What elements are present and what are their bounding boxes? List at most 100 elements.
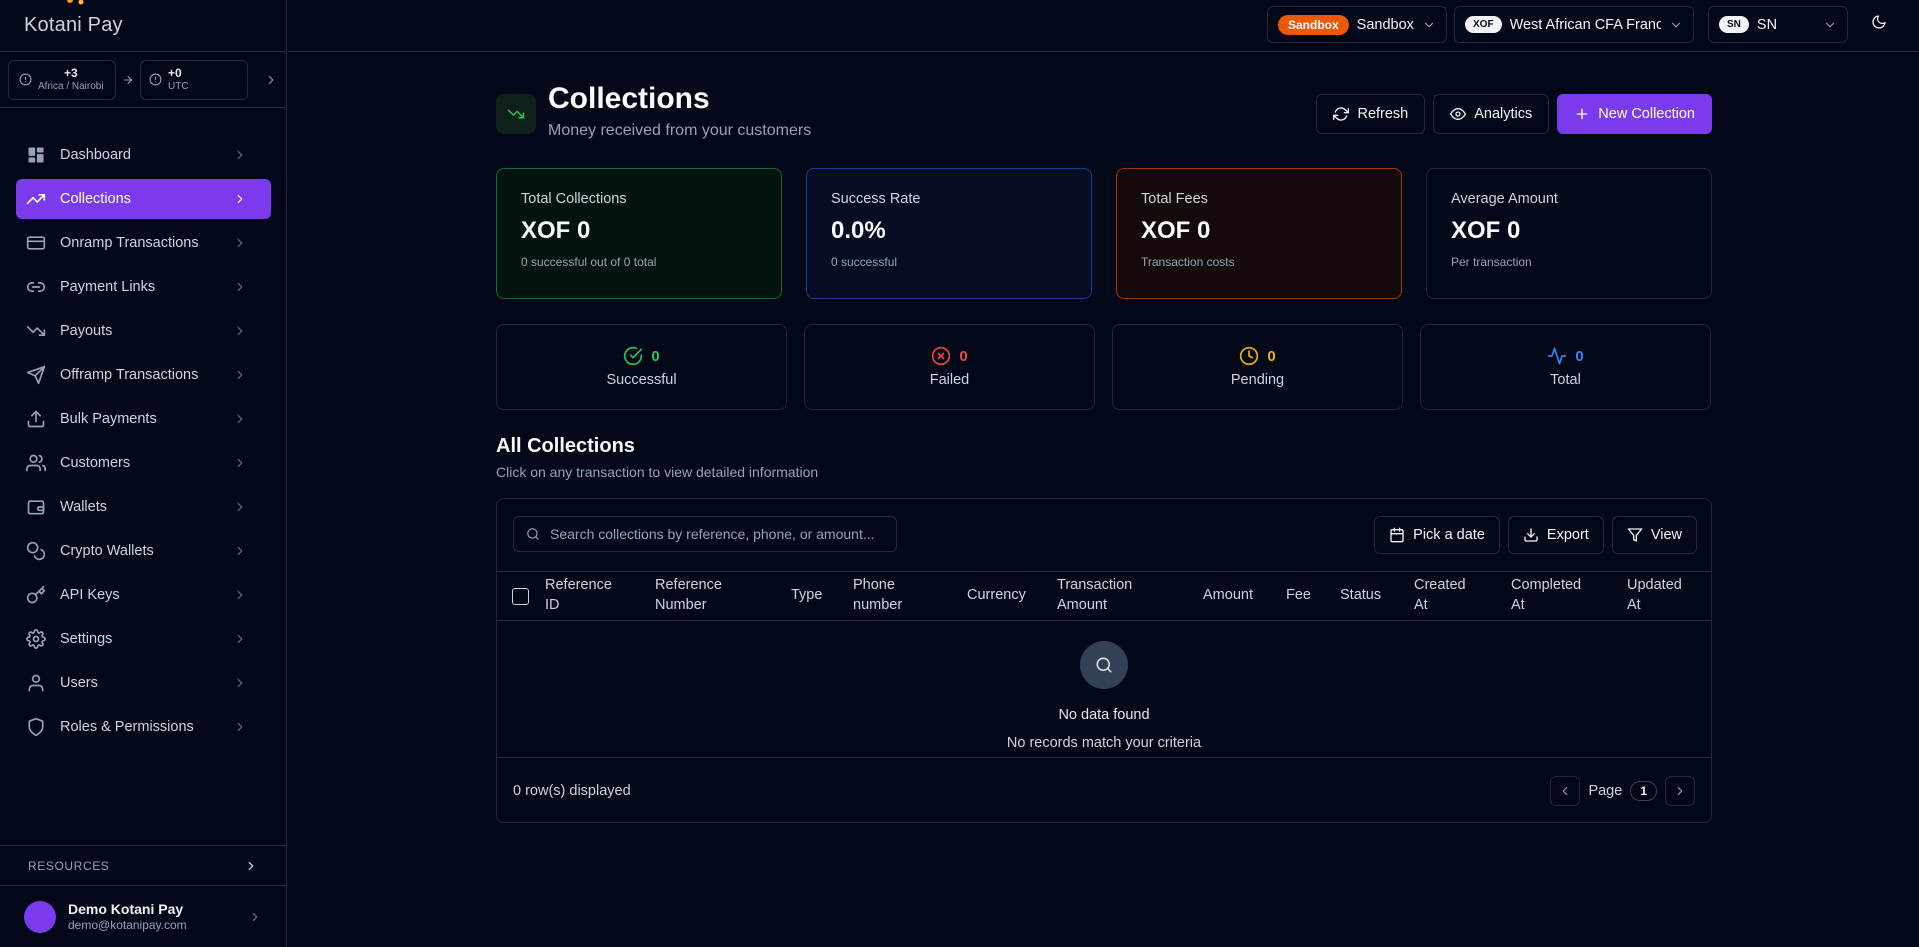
empty-subtitle: No records match your criteria bbox=[1006, 735, 1202, 751]
chevron-right-icon bbox=[233, 500, 247, 514]
resources-label: RESOURCES bbox=[28, 858, 110, 873]
country-value: SN bbox=[1756, 16, 1778, 33]
stat-label: Success Rate bbox=[831, 191, 921, 207]
timezone-to[interactable]: +0 UTC bbox=[140, 59, 248, 100]
topbar: Sandbox Sandbox XOF West African CFA Fra… bbox=[288, 0, 1919, 52]
send-icon bbox=[26, 365, 46, 385]
status-count: 0 bbox=[1575, 347, 1584, 365]
environment-badge: Sandbox bbox=[1278, 14, 1349, 35]
sidebar-item-dashboard[interactable]: Dashboard bbox=[16, 135, 271, 175]
key-icon bbox=[26, 585, 46, 605]
sidebar-item-payment-links[interactable]: Payment Links bbox=[16, 267, 271, 307]
sidebar-item-roles-permissions[interactable]: Roles & Permissions bbox=[16, 707, 271, 747]
sidebar-item-api-keys[interactable]: API Keys bbox=[16, 575, 271, 615]
sidebar-item-payouts[interactable]: Payouts bbox=[16, 311, 271, 351]
shield-icon bbox=[26, 717, 46, 737]
sidebar-item-label: Offramp Transactions bbox=[60, 367, 199, 383]
user-icon bbox=[26, 673, 46, 693]
status-card-failed: 0 Failed bbox=[804, 324, 1095, 410]
currency-select[interactable]: XOF West African CFA Franc bbox=[1454, 6, 1694, 43]
timezone-to-offset: +0 bbox=[168, 66, 182, 81]
sidebar-item-customers[interactable]: Customers bbox=[16, 443, 271, 483]
column-header-fee[interactable]: Fee bbox=[1286, 586, 1311, 606]
sidebar-item-wallets[interactable]: Wallets bbox=[16, 487, 271, 527]
view-label: View bbox=[1650, 527, 1682, 543]
moon-icon[interactable] bbox=[1871, 14, 1887, 30]
sidebar-item-label: API Keys bbox=[60, 587, 120, 603]
clock-icon bbox=[19, 73, 32, 86]
stats-cards: Total Collections XOF 0 0 successful out… bbox=[496, 168, 1712, 299]
status-label: Pending bbox=[1230, 372, 1285, 388]
timezone-from[interactable]: +3 Africa / Nairobi bbox=[8, 59, 117, 100]
section-title: All Collections bbox=[496, 435, 635, 457]
country-code: SN bbox=[1719, 16, 1749, 33]
column-header-phone-number[interactable]: Phone number bbox=[853, 576, 902, 615]
logo[interactable]: Kotani Pay bbox=[0, 0, 286, 52]
stat-label: Total Collections bbox=[521, 191, 627, 207]
sidebar-item-label: Crypto Wallets bbox=[60, 543, 154, 559]
refresh-button[interactable]: Refresh bbox=[1316, 94, 1426, 134]
status-label: Successful bbox=[606, 372, 677, 388]
new-collection-button[interactable]: New Collection bbox=[1557, 94, 1712, 134]
sidebar-item-settings[interactable]: Settings bbox=[16, 619, 271, 659]
sidebar-item-label: Users bbox=[60, 675, 98, 691]
table-footer: 0 row(s) displayed Page 1 bbox=[497, 757, 1711, 823]
stat-value: 0.0% bbox=[831, 217, 886, 244]
chevron-down-icon bbox=[1422, 18, 1436, 32]
search-box bbox=[513, 516, 897, 552]
status-card-total: 0 Total bbox=[1420, 324, 1711, 410]
country-select[interactable]: SN SN bbox=[1708, 6, 1848, 43]
stat-label: Average Amount bbox=[1451, 191, 1558, 207]
user-menu[interactable]: Demo Kotani Pay demo@kotanipay.com bbox=[0, 885, 286, 947]
select-all-checkbox[interactable] bbox=[512, 587, 529, 605]
column-header-created-at[interactable]: Created At bbox=[1414, 576, 1466, 615]
sidebar-item-collections[interactable]: Collections bbox=[16, 179, 271, 219]
resources-toggle[interactable]: RESOURCES bbox=[0, 845, 286, 885]
sidebar-item-crypto-wallets[interactable]: Crypto Wallets bbox=[16, 531, 271, 571]
dashboard-icon bbox=[26, 145, 46, 165]
column-header-updated-at[interactable]: Updated At bbox=[1627, 576, 1682, 615]
status-count: 0 bbox=[959, 347, 968, 365]
sidebar-item-label: Roles & Permissions bbox=[60, 719, 194, 735]
pick-date-button[interactable]: Pick a date bbox=[1374, 516, 1500, 554]
clock-icon bbox=[149, 73, 162, 86]
section-subtitle: Click on any transaction to view detaile… bbox=[496, 464, 819, 480]
column-header-amount[interactable]: Amount bbox=[1203, 586, 1253, 606]
view-button[interactable]: View bbox=[1611, 516, 1697, 554]
currency-code: XOF bbox=[1465, 16, 1502, 33]
empty-state: No data found No records match your crit… bbox=[497, 641, 1711, 751]
column-header-status[interactable]: Status bbox=[1340, 586, 1381, 606]
page-title: Collections bbox=[548, 82, 710, 115]
chevron-right-icon bbox=[233, 632, 247, 646]
search-input[interactable] bbox=[550, 526, 884, 542]
column-header-transaction-amount[interactable]: Transaction Amount bbox=[1057, 576, 1132, 615]
column-header-reference-id[interactable]: Reference ID bbox=[545, 576, 612, 615]
chevron-right-icon[interactable] bbox=[264, 73, 278, 87]
chevron-right-icon bbox=[248, 910, 262, 924]
environment-select[interactable]: Sandbox Sandbox bbox=[1267, 6, 1447, 43]
timezone-from-label: Africa / Nairobi bbox=[38, 80, 104, 92]
pagination: Page 1 bbox=[1550, 775, 1695, 806]
sidebar-item-offramp-transactions[interactable]: Offramp Transactions bbox=[16, 355, 271, 395]
chevron-left-icon[interactable] bbox=[1550, 775, 1581, 806]
eye-icon bbox=[1450, 106, 1467, 122]
page-actions: Refresh Analytics New Collection bbox=[1316, 94, 1712, 134]
sidebar-nav: Dashboard Collections Onramp Transaction… bbox=[16, 135, 271, 751]
analytics-button[interactable]: Analytics bbox=[1433, 94, 1550, 134]
column-header-completed-at[interactable]: Completed At bbox=[1511, 576, 1581, 615]
column-header-currency[interactable]: Currency bbox=[967, 586, 1026, 606]
chevron-right-icon bbox=[233, 236, 247, 250]
column-header-reference-number[interactable]: Reference Number bbox=[655, 576, 722, 615]
sidebar-item-onramp-transactions[interactable]: Onramp Transactions bbox=[16, 223, 271, 263]
sidebar-item-users[interactable]: Users bbox=[16, 663, 271, 703]
avatar bbox=[24, 900, 56, 933]
chevron-right-icon[interactable] bbox=[1665, 775, 1695, 806]
status-card-successful: 0 Successful bbox=[496, 324, 787, 410]
sidebar-item-bulk-payments[interactable]: Bulk Payments bbox=[16, 399, 271, 439]
export-button[interactable]: Export bbox=[1507, 516, 1604, 554]
column-header-type[interactable]: Type bbox=[791, 586, 822, 606]
wallet-icon bbox=[26, 497, 46, 517]
sidebar-item-label: Payouts bbox=[60, 323, 113, 339]
environment-value: Sandbox bbox=[1356, 16, 1414, 33]
chevron-right-icon bbox=[233, 588, 247, 602]
